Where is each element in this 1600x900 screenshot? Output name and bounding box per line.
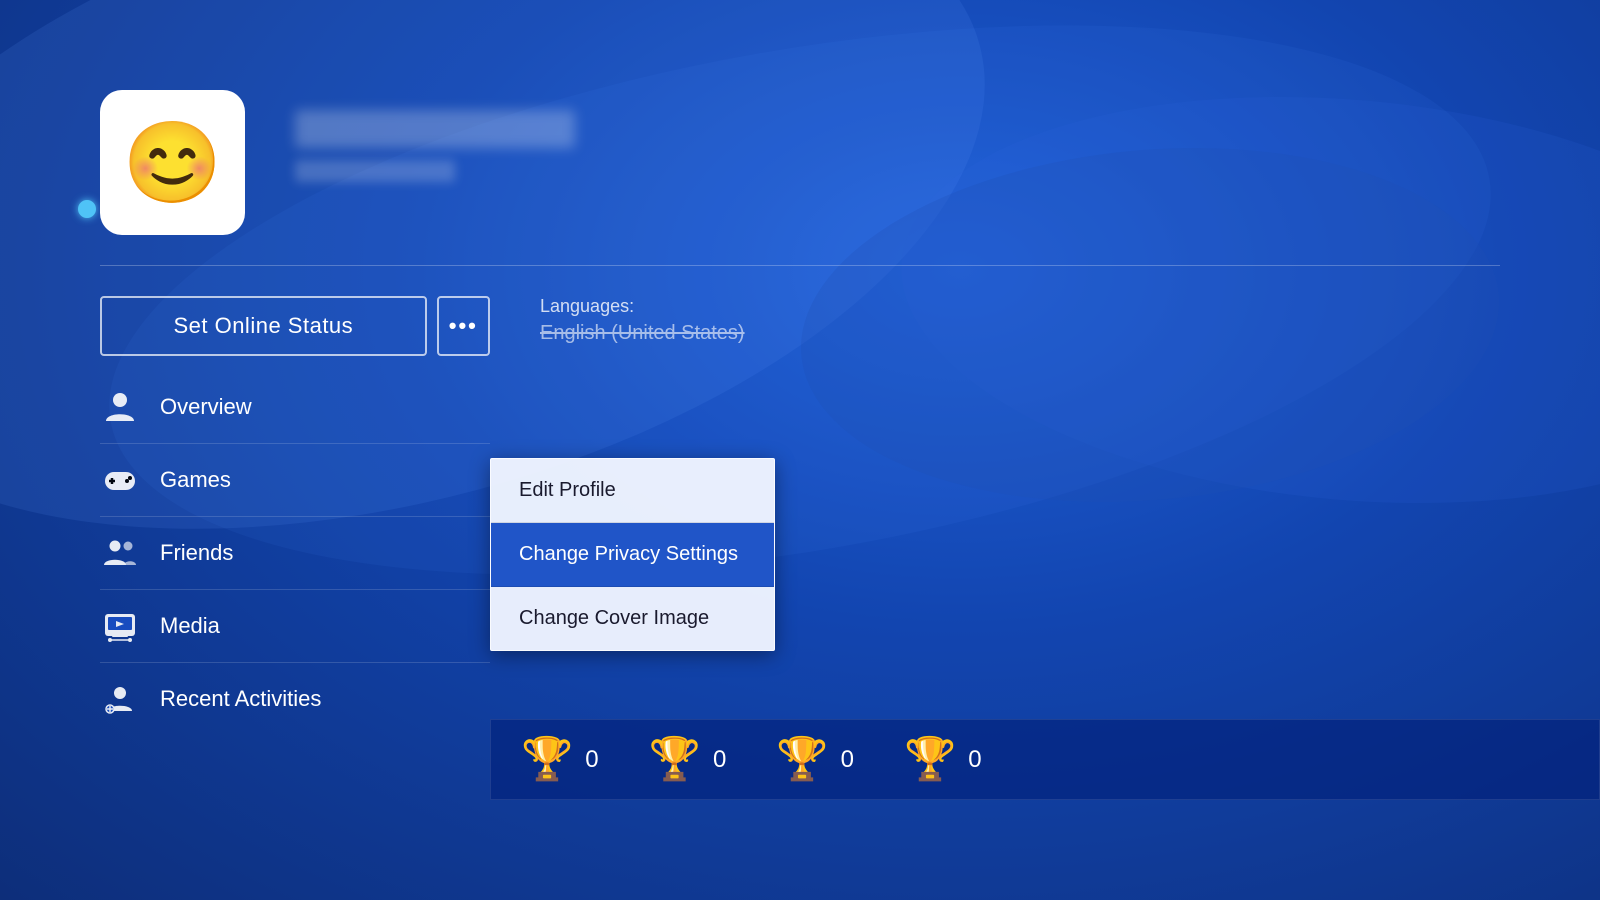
gold-count: 0 bbox=[713, 746, 726, 774]
friends-icon bbox=[100, 533, 140, 573]
silver-count: 0 bbox=[841, 746, 854, 774]
sidebar-item-games[interactable]: Games bbox=[100, 444, 490, 517]
gamepad-icon bbox=[100, 460, 140, 500]
top-buttons: Set Online Status ••• bbox=[100, 296, 490, 356]
dropdown-menu: Edit Profile Change Privacy Settings Cha… bbox=[490, 458, 775, 651]
trophy-bronze: 🏆 0 bbox=[904, 735, 982, 784]
set-online-status-button[interactable]: Set Online Status bbox=[100, 296, 427, 356]
profile-header: 😊 bbox=[0, 0, 1600, 265]
trophy-silver: 🏆 0 bbox=[776, 735, 854, 784]
profile-info bbox=[295, 90, 575, 182]
main-content: 😊 Set Online Status ••• bbox=[0, 0, 1600, 900]
dropdown-item-change-cover-image[interactable]: Change Cover Image bbox=[491, 587, 774, 650]
activities-icon bbox=[100, 679, 140, 719]
trophies-row: 🏆 0 🏆 0 🏆 0 🏆 0 bbox=[490, 719, 1600, 800]
trophy-platinum: 🏆 0 bbox=[521, 735, 599, 784]
sidebar-item-overview[interactable]: Overview bbox=[100, 371, 490, 444]
sidebar-item-friends-label: Friends bbox=[160, 540, 233, 566]
nav-items: Overview Games bbox=[100, 371, 490, 735]
sub-info-blurred bbox=[295, 160, 455, 182]
avatar: 😊 bbox=[100, 90, 245, 235]
media-icon bbox=[100, 606, 140, 646]
trophy-gold: 🏆 0 bbox=[649, 735, 727, 784]
bronze-count: 0 bbox=[968, 746, 981, 774]
bronze-trophy-icon: 🏆 bbox=[904, 735, 956, 784]
username-blurred bbox=[295, 110, 575, 148]
person-icon bbox=[100, 387, 140, 427]
more-options-button[interactable]: ••• bbox=[437, 296, 490, 356]
gold-trophy-icon: 🏆 bbox=[649, 735, 701, 784]
sidebar-item-media-label: Media bbox=[160, 613, 220, 639]
avatar-face: 😊 bbox=[123, 123, 223, 203]
languages-label: Languages: bbox=[540, 296, 1500, 317]
sidebar-item-friends[interactable]: Friends bbox=[100, 517, 490, 590]
sidebar-item-recent-activities-label: Recent Activities bbox=[160, 686, 321, 712]
main-section: Set Online Status ••• Overview bbox=[0, 266, 1600, 900]
silver-trophy-icon: 🏆 bbox=[776, 735, 828, 784]
languages-value: English (United States) bbox=[540, 322, 1500, 345]
sidebar: Set Online Status ••• Overview bbox=[100, 266, 490, 900]
sidebar-item-games-label: Games bbox=[160, 467, 231, 493]
sidebar-item-overview-label: Overview bbox=[160, 394, 252, 420]
platinum-trophy-icon: 🏆 bbox=[521, 735, 573, 784]
languages-section: Languages: English (United States) bbox=[540, 296, 1500, 345]
platinum-count: 0 bbox=[585, 746, 598, 774]
sidebar-item-media[interactable]: Media bbox=[100, 590, 490, 663]
dropdown-item-edit-profile[interactable]: Edit Profile bbox=[491, 459, 774, 523]
sidebar-item-recent-activities[interactable]: Recent Activities bbox=[100, 663, 490, 735]
dropdown-item-change-privacy-settings[interactable]: Change Privacy Settings bbox=[491, 523, 774, 587]
online-indicator bbox=[78, 200, 96, 218]
